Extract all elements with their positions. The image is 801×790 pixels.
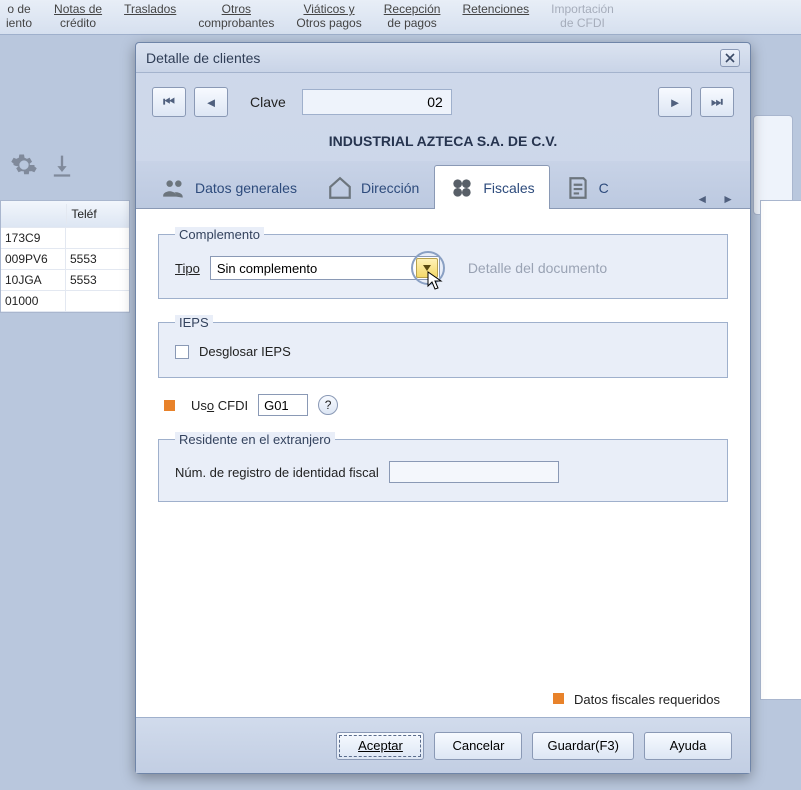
group-complemento: Complemento Tipo Detalle del documento — [158, 227, 728, 299]
tipo-dropdown-button[interactable] — [416, 258, 438, 278]
desglosar-ieps-label: Desglosar IEPS — [199, 344, 291, 359]
uso-cfdi-input[interactable] — [258, 394, 308, 416]
tab-fiscales[interactable]: Fiscales — [434, 165, 549, 209]
required-marker-icon — [553, 693, 564, 704]
close-icon — [725, 53, 735, 63]
table-row: 01000 — [1, 291, 129, 312]
ieps-legend: IEPS — [175, 315, 213, 330]
company-name: INDUSTRIAL AZTECA S.A. DE C.V. — [136, 123, 750, 161]
tab-scroll-left[interactable]: ◄ — [692, 190, 712, 208]
download-icon[interactable] — [48, 151, 76, 179]
bg-side-panel2 — [760, 200, 801, 700]
ribbon-item[interactable]: Recepciónde pagos — [384, 0, 441, 34]
desglosar-ieps-checkbox[interactable] — [175, 345, 189, 359]
ribbon-item[interactable]: Notas decrédito — [54, 0, 102, 34]
tipo-label: Tipo — [175, 261, 200, 276]
uso-cfdi-help-button[interactable]: ? — [318, 395, 338, 415]
nav-last-button[interactable]: ⏭ — [700, 87, 734, 117]
bg-toolbar — [0, 140, 120, 190]
group-ieps: IEPS Desglosar IEPS — [158, 315, 728, 378]
required-note: Datos fiscales requeridos — [158, 686, 728, 707]
ribbon-item[interactable]: Retenciones — [462, 0, 529, 34]
ribbon-item[interactable]: Otroscomprobantes — [198, 0, 274, 34]
tipo-combo[interactable] — [210, 256, 440, 280]
gear-icon[interactable] — [10, 151, 38, 179]
num-registro-label: Núm. de registro de identidad fiscal — [175, 465, 379, 480]
dialog-footer: Aceptar Cancelar Guardar(F3) Ayuda — [136, 717, 750, 773]
table-row: 10JGA5553 — [1, 270, 129, 291]
cancelar-button[interactable]: Cancelar — [434, 732, 522, 760]
nav-next-button[interactable]: ► — [658, 87, 692, 117]
people-icon — [161, 175, 187, 201]
chevron-down-icon — [423, 265, 431, 271]
ribbon: o deiento Notas decrédito Traslados Otro… — [0, 0, 801, 35]
complemento-legend: Complemento — [175, 227, 264, 242]
table-row: 009PV65553 — [1, 249, 129, 270]
table-row: 173C9 — [1, 228, 129, 249]
ribbon-item[interactable]: Traslados — [124, 0, 176, 34]
ribbon-item: Importaciónde CFDI — [551, 0, 614, 34]
guardar-button[interactable]: Guardar(F3) — [532, 732, 634, 760]
close-button[interactable] — [720, 49, 740, 67]
client-detail-dialog: Detalle de clientes ⏮ ◄ Clave ► ⏭ INDUST… — [135, 42, 751, 774]
tab-cobros[interactable]: C — [550, 165, 624, 209]
residente-legend: Residente en el extranjero — [175, 432, 335, 447]
clave-input[interactable] — [302, 89, 452, 115]
dialog-titlebar: Detalle de clientes — [136, 43, 750, 73]
tab-strip: Datos generales Dirección Fiscales C ◄ ► — [136, 161, 750, 209]
dialog-title: Detalle de clientes — [146, 50, 260, 66]
required-marker-icon — [164, 400, 175, 411]
tipo-input[interactable] — [211, 257, 439, 279]
ayuda-button[interactable]: Ayuda — [644, 732, 732, 760]
tab-body-fiscales: Complemento Tipo Detalle del documento I… — [136, 209, 750, 717]
uso-cfdi-label: Uso CFDI — [191, 398, 248, 413]
tab-scroll-right[interactable]: ► — [718, 190, 738, 208]
num-registro-input[interactable] — [389, 461, 559, 483]
ribbon-item[interactable]: o deiento — [6, 0, 32, 34]
tab-datos-generales[interactable]: Datos generales — [146, 165, 312, 209]
group-residente: Residente en el extranjero Núm. de regis… — [158, 432, 728, 502]
nav-first-button[interactable]: ⏮ — [152, 87, 186, 117]
clave-label: Clave — [250, 94, 286, 110]
nav-prev-button[interactable]: ◄ — [194, 87, 228, 117]
uso-cfdi-row: Uso CFDI ? — [158, 394, 728, 416]
ribbon-item[interactable]: Viáticos yOtros pagos — [296, 0, 361, 34]
grid-dots-icon — [449, 175, 475, 201]
detalle-documento-link: Detalle del documento — [468, 260, 607, 276]
home-icon — [327, 175, 353, 201]
invoice-icon — [565, 175, 591, 201]
bg-table: Teléf 173C9 009PV65553 10JGA5553 01000 — [0, 200, 130, 313]
tab-direccion[interactable]: Dirección — [312, 165, 434, 209]
record-nav: ⏮ ◄ Clave ► ⏭ — [136, 73, 750, 123]
aceptar-button[interactable]: Aceptar — [336, 732, 424, 760]
